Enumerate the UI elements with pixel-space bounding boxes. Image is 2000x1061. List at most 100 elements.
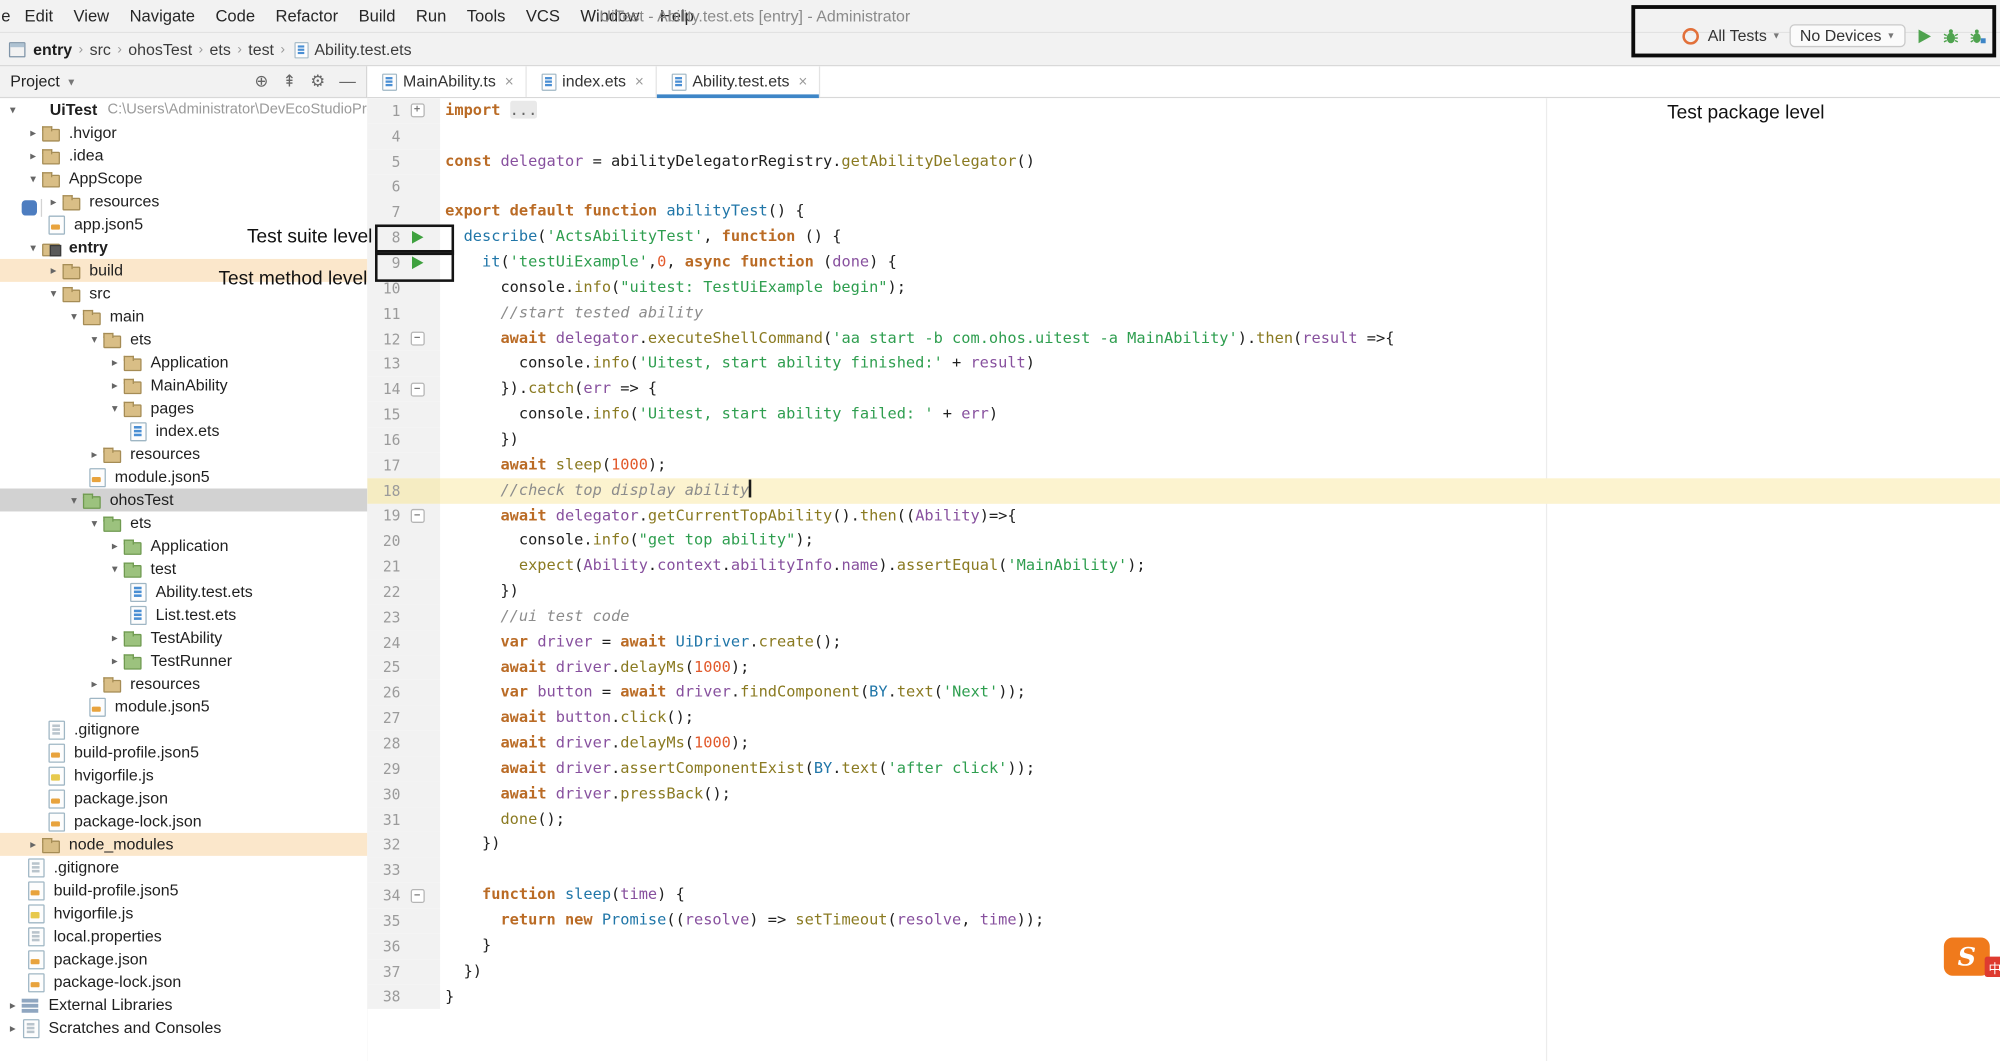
breadcrumb-item-ets[interactable]: ets [210,40,231,58]
breadcrumb-item-ohostest[interactable]: ohosTest [128,40,192,58]
chevron-down-icon[interactable]: ▾ [5,103,20,117]
code-line-13[interactable]: 13 console.info('Uitest, start ability f… [367,351,2000,376]
chevron-down-icon[interactable]: ▾ [26,172,41,186]
code-text[interactable]: await driver.delayMs(1000); [440,655,749,680]
chevron-down-icon[interactable]: ▾ [66,493,81,507]
run-test-icon[interactable] [411,256,422,269]
menu-item-tools[interactable]: Tools [457,6,516,25]
chevron-down-icon[interactable]: ▾ [46,286,61,300]
run-button[interactable] [1915,27,1933,45]
chevron-right-icon[interactable]: ▸ [26,149,41,163]
menu-item-navigate[interactable]: Navigate [119,6,205,25]
tree-item-testability[interactable]: ▸TestAbility [0,626,367,649]
code-text[interactable]: await sleep(1000); [440,453,666,478]
tree-item-package-json[interactable]: package.json [0,948,367,971]
menu-item-build[interactable]: Build [348,6,405,25]
code-text[interactable]: await delegator.getCurrentTopAbility().t… [440,503,1017,528]
code-line-34[interactable]: 34− function sleep(time) { [367,883,2000,908]
code-line-28[interactable]: 28 await driver.delayMs(1000); [367,731,2000,756]
sogou-ime-icon[interactable]: S [1944,937,1990,975]
ime-language-badge[interactable]: 中 [1985,957,2000,977]
code-text[interactable]: await driver.assertComponentExist(BY.tex… [440,756,1035,781]
code-line-20[interactable]: 20 console.info("get top ability"); [367,528,2000,553]
code-text[interactable]: }) [440,959,482,984]
code-line-11[interactable]: 11 //start tested ability [367,301,2000,326]
code-line-10[interactable]: 10 console.info("uitest: TestUiExample b… [367,275,2000,300]
run-configuration-select[interactable]: All Tests ▼ [1708,27,1781,45]
tree-item-build-profile-json5[interactable]: build-profile.json5 [0,879,367,902]
code-line-6[interactable]: 6 [367,174,2000,199]
code-line-31[interactable]: 31 done(); [367,807,2000,832]
code-text[interactable]: done(); [440,807,565,832]
chevron-right-icon[interactable]: ▸ [107,355,122,369]
code-line-35[interactable]: 35 return new Promise((resolve) => setTi… [367,908,2000,933]
menu-item-view[interactable]: View [63,6,119,25]
tree-item-package-lock-json[interactable]: package-lock.json [0,810,367,833]
menu-item-e[interactable]: e [0,6,14,25]
gear-icon[interactable]: ⚙ [310,71,325,91]
code-line-16[interactable]: 16 }) [367,427,2000,452]
tree-item-external-libraries[interactable]: ▸External Libraries [0,994,367,1017]
tree-item-ets[interactable]: ▾ets [0,328,367,351]
code-text[interactable]: } [440,933,491,958]
menu-item-refactor[interactable]: Refactor [265,6,348,25]
tree-item-build-profile-json5[interactable]: build-profile.json5 [0,741,367,764]
chevron-right-icon[interactable]: ▸ [26,126,41,140]
tree-item-main[interactable]: ▾main [0,305,367,328]
tree-item-pages[interactable]: ▾pages [0,397,367,420]
run-test-icon[interactable] [411,231,422,244]
menu-item-edit[interactable]: Edit [14,6,63,25]
debug-button[interactable] [1941,27,1959,45]
fold-marker-icon[interactable]: − [410,332,424,346]
code-line-37[interactable]: 37 }) [367,959,2000,984]
project-panel-title[interactable]: Project [10,73,60,91]
code-line-38[interactable]: 38} [367,984,2000,1009]
tree-item-local-properties[interactable]: local.properties [0,925,367,948]
code-line-9[interactable]: 9 it('testUiExample',0, async function (… [367,250,2000,275]
close-icon[interactable]: × [505,74,514,89]
code-text[interactable]: //check top display ability [440,478,751,503]
tab-mainability-ts[interactable]: MainAbility.ts× [367,66,526,97]
locate-file-icon[interactable]: ⊕ [255,71,269,91]
code-text[interactable]: //start tested ability [440,301,703,326]
chevron-right-icon[interactable]: ▸ [5,998,20,1012]
code-text[interactable]: export default function abilityTest() { [440,199,805,224]
code-text[interactable]: console.info("uitest: TestUiExample begi… [440,275,906,300]
tree-item-package-json[interactable]: package.json [0,787,367,810]
tree-item-module-json5[interactable]: module.json5 [0,695,367,718]
chevron-right-icon[interactable]: ▸ [46,263,61,277]
tree-item-scratches-and-consoles[interactable]: ▸Scratches and Consoles [0,1017,367,1040]
hide-panel-icon[interactable]: — [339,71,356,91]
chevron-down-icon[interactable]: ▾ [66,309,81,323]
code-line-17[interactable]: 17 await sleep(1000); [367,453,2000,478]
code-text[interactable]: describe('ActsAbilityTest', function () … [440,225,841,250]
code-line-5[interactable]: 5const delegator = abilityDelegatorRegis… [367,149,2000,174]
chevron-right-icon[interactable]: ▸ [107,631,122,645]
code-line-25[interactable]: 25 await driver.delayMs(1000); [367,655,2000,680]
code-line-24[interactable]: 24 var driver = await UiDriver.create(); [367,630,2000,655]
breadcrumb-item-entry[interactable]: entry [33,40,72,58]
tree-item-appscope[interactable]: ▾AppScope [0,167,367,190]
code-text[interactable]: return new Promise((resolve) => setTimeo… [440,908,1044,933]
code-line-29[interactable]: 29 await driver.assertComponentExist(BY.… [367,756,2000,781]
tree-item-application[interactable]: ▸Application [0,534,367,557]
tree-item-list-test-ets[interactable]: List.test.ets [0,603,367,626]
chevron-down-icon[interactable]: ▾ [107,562,122,576]
code-line-8[interactable]: 8 describe('ActsAbilityTest', function (… [367,225,2000,250]
close-icon[interactable]: × [798,74,807,89]
code-line-33[interactable]: 33 [367,858,2000,883]
collapse-all-icon[interactable]: ⇞ [282,71,296,91]
code-text[interactable]: } [440,984,454,1009]
tree-item-testrunner[interactable]: ▸TestRunner [0,649,367,672]
code-text[interactable]: }) [440,832,500,857]
menu-item-run[interactable]: Run [406,6,457,25]
code-text[interactable]: import ... [440,98,537,123]
code-text[interactable]: console.info("get top ability"); [440,528,814,553]
chevron-right-icon[interactable]: ▸ [46,195,61,209]
code-line-14[interactable]: 14− }).catch(err => { [367,377,2000,402]
tree-item-ohostest[interactable]: ▾ohosTest [0,489,367,512]
code-line-21[interactable]: 21 expect(Ability.context.abilityInfo.na… [367,554,2000,579]
chevron-down-icon[interactable]: ▾ [87,332,102,346]
code-text[interactable]: await driver.delayMs(1000); [440,731,749,756]
tree-item-uitest[interactable]: ▾UiTestC:\Users\Administrator\DevEcoStud… [0,98,367,121]
